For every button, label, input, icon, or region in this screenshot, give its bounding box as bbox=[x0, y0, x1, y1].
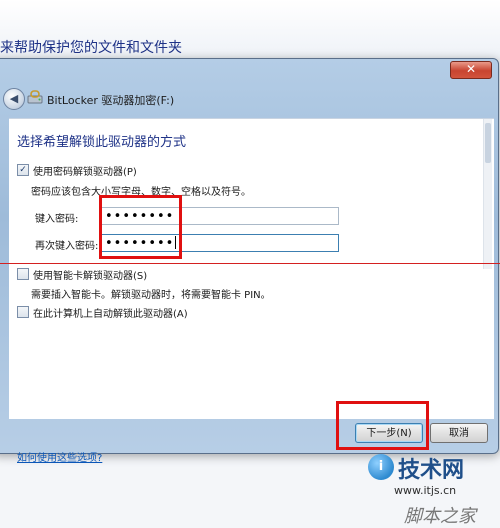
vertical-scrollbar[interactable] bbox=[483, 119, 492, 269]
dialog-footer: 下一步(N) 取消 bbox=[0, 417, 498, 453]
auto-unlock-label: 在此计算机上自动解锁此驱动器(A) bbox=[33, 308, 188, 320]
dialog-title: BitLocker 驱动器加密(F:) bbox=[47, 94, 175, 107]
scrollbar-thumb[interactable] bbox=[485, 123, 491, 163]
auto-unlock-option[interactable]: 在此计算机上自动解锁此驱动器(A) bbox=[17, 305, 188, 320]
text-caret bbox=[175, 236, 177, 249]
use-smartcard-option[interactable]: 使用智能卡解锁驱动器(S) bbox=[17, 267, 148, 282]
watermark-sub: 脚本之家 bbox=[404, 506, 476, 527]
watermark-brand: 技术网 bbox=[398, 458, 465, 483]
back-button[interactable]: ◀ bbox=[3, 88, 25, 110]
watermark-logo: i bbox=[368, 454, 394, 480]
auto-unlock-checkbox[interactable] bbox=[17, 306, 29, 318]
bitlocker-dialog: ✕ ◀ BitLocker 驱动器加密(F:) 选择希望解锁此驱动器的方式 ✓ … bbox=[0, 58, 499, 464]
reenter-password-label: 再次键入密码: bbox=[35, 241, 99, 252]
cancel-button[interactable]: 取消 bbox=[430, 423, 488, 443]
use-smartcard-checkbox[interactable] bbox=[17, 268, 29, 280]
use-password-option[interactable]: ✓ 使用密码解锁驱动器(P) bbox=[17, 163, 137, 178]
background-wizard-heading: 来帮助保护您的文件和文件夹 bbox=[0, 40, 182, 56]
use-password-checkbox[interactable]: ✓ bbox=[17, 164, 29, 176]
reenter-password-field[interactable]: •••••••• bbox=[101, 234, 339, 252]
enter-password-field[interactable]: •••••••• bbox=[101, 207, 339, 225]
next-button[interactable]: 下一步(N) bbox=[355, 423, 423, 443]
dialog-content: 选择希望解锁此驱动器的方式 ✓ 使用密码解锁驱动器(P) 密码应该包含大小写字母… bbox=[9, 118, 494, 464]
dialog-navbar: ◀ BitLocker 驱动器加密(F:) bbox=[1, 85, 496, 115]
enter-password-label: 键入密码: bbox=[35, 214, 79, 225]
use-smartcard-label: 使用智能卡解锁驱动器(S) bbox=[33, 270, 148, 282]
reenter-password-value: •••••••• bbox=[105, 236, 175, 251]
site-watermark: i 技术网 www.itjs.cn 脚本之家 bbox=[360, 450, 500, 528]
page-title: 选择希望解锁此驱动器的方式 bbox=[17, 135, 187, 150]
password-requirements-note: 密码应该包含大小写字母、数字、空格以及符号。 bbox=[31, 187, 251, 198]
smartcard-note: 需要插入智能卡。解锁驱动器时，将需要智能卡 PIN。 bbox=[31, 290, 271, 301]
close-button[interactable]: ✕ bbox=[450, 61, 492, 79]
watermark-url: www.itjs.cn bbox=[394, 484, 457, 497]
bitlocker-drive-icon bbox=[27, 90, 43, 104]
use-password-label: 使用密码解锁驱动器(P) bbox=[33, 166, 137, 178]
